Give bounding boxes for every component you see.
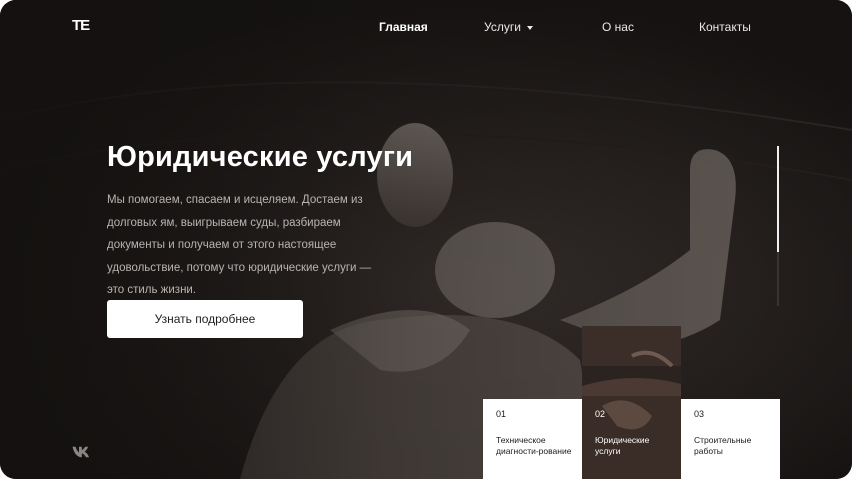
service-card-label: Юридические услуги xyxy=(595,435,650,456)
vk-icon[interactable] xyxy=(72,446,92,458)
main-nav: Главная Услуги О нас Контакты xyxy=(0,20,852,36)
service-card-1[interactable]: 01 Техническое диагности-рование xyxy=(483,399,582,479)
service-card-3[interactable]: 03 Строительные работы xyxy=(681,399,780,479)
hero-description: Мы помогаем, спасаем и исцеляем. Достаем… xyxy=(107,194,372,296)
landing-page: TE Главная Услуги О нас Контакты Юридиче… xyxy=(0,0,852,479)
learn-more-button[interactable]: Узнать подробнее xyxy=(107,300,303,338)
nav-item-services-label: Услуги xyxy=(484,20,521,34)
nav-item-services[interactable]: Услуги xyxy=(484,20,533,34)
service-card-label: Строительные работы xyxy=(694,435,752,456)
service-card-number: 01 xyxy=(496,409,507,419)
service-card-label: Техническое диагности-рование xyxy=(496,435,572,456)
nav-item-home[interactable]: Главная xyxy=(379,20,428,34)
service-card-number: 02 xyxy=(595,409,606,419)
chevron-down-icon xyxy=(526,25,533,30)
slider-progress-thumb[interactable] xyxy=(777,146,779,252)
service-card-number: 03 xyxy=(694,409,705,419)
hero-title: Юридические услуги xyxy=(107,141,414,173)
nav-item-contacts[interactable]: Контакты xyxy=(699,20,751,34)
service-card-2[interactable]: 02 Юридические услуги xyxy=(582,399,681,479)
nav-item-about[interactable]: О нас xyxy=(602,20,634,34)
